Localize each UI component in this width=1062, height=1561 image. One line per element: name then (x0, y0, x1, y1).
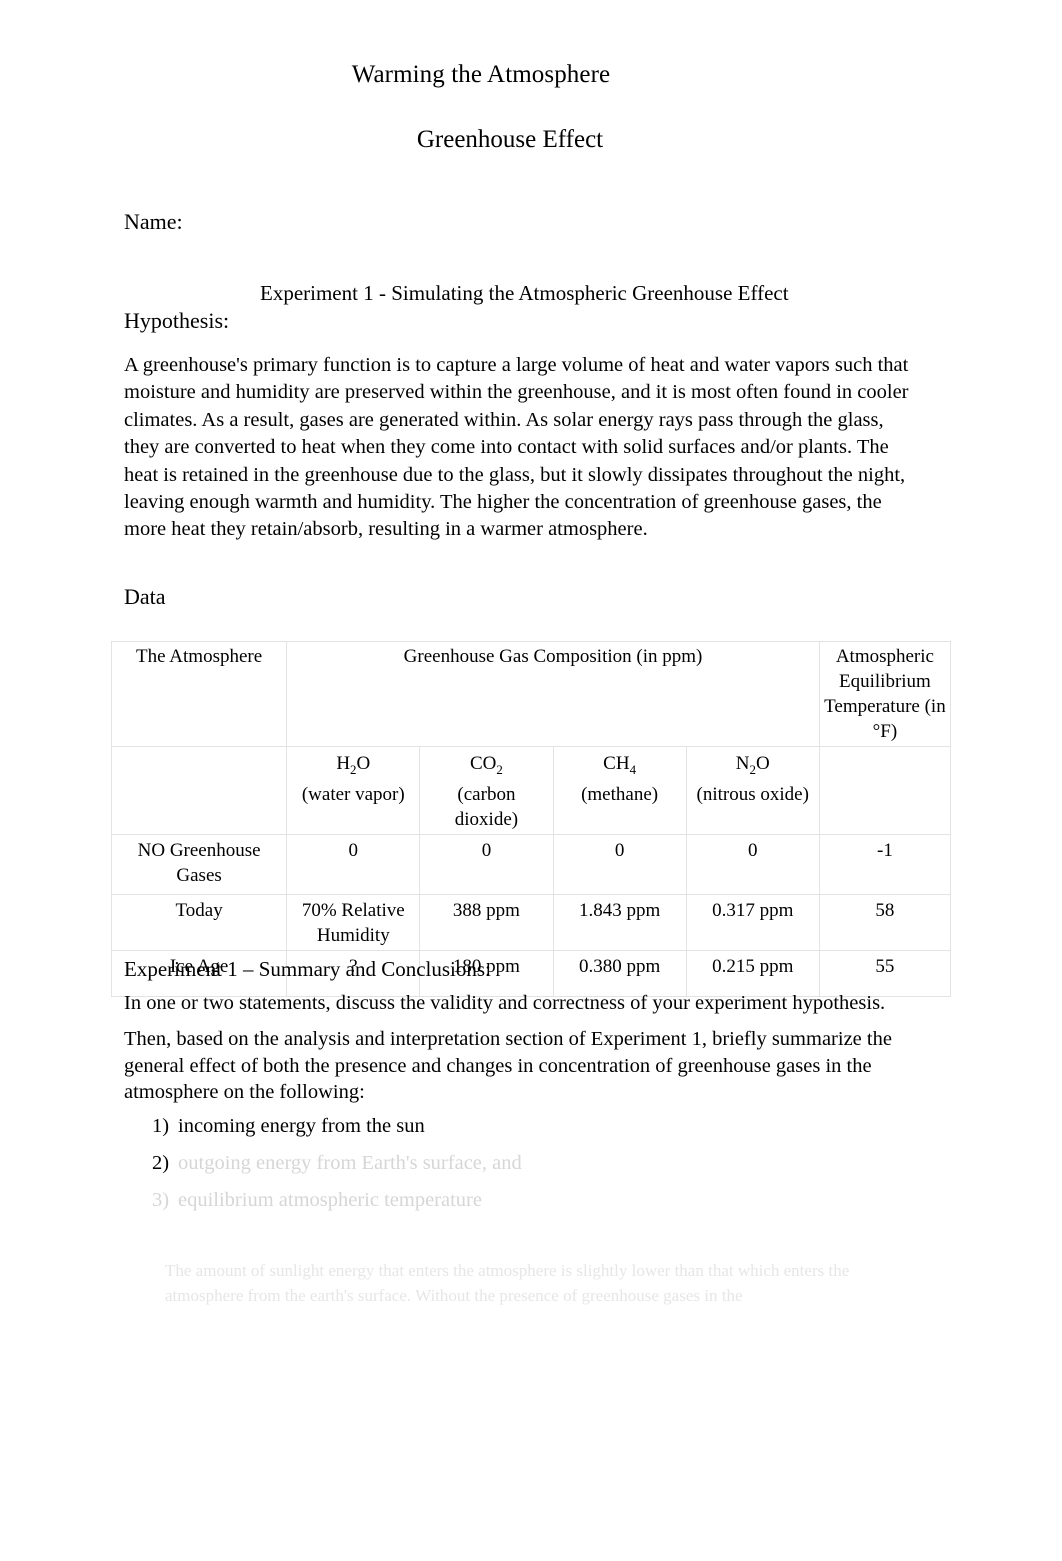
hypothesis-paragraph: A greenhouse's primary function is to ca… (124, 354, 909, 541)
row-label-today: Today (110, 893, 288, 951)
list-marker-3: 3) (152, 1189, 170, 1211)
formula-co2-sub: 2 (496, 761, 503, 777)
table-header-row: The Atmosphere Greenhouse Gas Compositio… (110, 641, 952, 747)
row-label-no-greenhouse-gases: NO Greenhouse Gases (110, 833, 288, 895)
header-cell-temperature: Atmospheric Equilibrium Temperature (in … (818, 641, 952, 747)
name-field-label: Name: (124, 209, 183, 234)
list-item-text-3: equilibrium atmospheric temperature (178, 1189, 482, 1211)
formula-co2-main: CO (470, 753, 497, 774)
subheader-cell-n2o: N2O (nitrous oxide) (685, 746, 820, 835)
document-subtitle: Greenhouse Effect (416, 126, 604, 153)
cell-no-gh-h2o: 0 (286, 833, 421, 895)
subheader-cell-h2o: H2O (water vapor) (286, 746, 421, 835)
document-title: Warming the Atmosphere (351, 61, 611, 88)
subheader-cell-blank-right (818, 746, 952, 835)
header-cell-atmosphere: The Atmosphere (110, 641, 288, 747)
cell-today-h2o: 70% Relative Humidity (286, 893, 421, 951)
gas-name-n2o: (nitrous oxide) (696, 783, 809, 805)
conclusions-heading: Experiment 1 – Summary and Conclusions: (124, 957, 491, 981)
gas-name-co2: (carbon dioxide) (454, 783, 519, 830)
conclusions-list: 1) incoming energy from the sun 2) outgo… (124, 1113, 924, 1224)
cell-today-n2o: 0.317 ppm (685, 893, 820, 951)
cell-today-co2: 388 ppm (419, 893, 554, 951)
list-item: 2) outgoing energy from Earth's surface,… (124, 1150, 924, 1177)
document-page: Warming the Atmosphere Greenhouse Effect… (0, 0, 1062, 1561)
formula-n2o-main: N (735, 753, 750, 774)
subheader-cell-ch4: CH4 (methane) (552, 746, 687, 835)
list-marker-2: 2) (152, 1152, 170, 1174)
subheader-cell-co2: CO2 (carbon dioxide) (419, 746, 554, 835)
formula-h2o-tail: O (356, 753, 371, 774)
data-table-container: The Atmosphere Greenhouse Gas Compositio… (110, 641, 952, 997)
list-item: 1) incoming energy from the sun (124, 1113, 924, 1140)
table-row: NO Greenhouse Gases 0 0 0 0 -1 (110, 833, 952, 895)
formula-h2o-main: H (336, 753, 351, 774)
data-section-label: Data (124, 584, 166, 609)
list-marker-1: 1) (152, 1115, 170, 1137)
cell-today-ch4: 1.843 ppm (552, 893, 687, 951)
table-row: Today 70% Relative Humidity 388 ppm 1.84… (110, 893, 952, 951)
list-item-text-1: incoming energy from the sun (178, 1115, 425, 1137)
conclusions-paragraph: Then, based on the analysis and interpre… (124, 1028, 892, 1103)
cell-no-gh-temperature: -1 (818, 833, 952, 895)
greenhouse-data-table: The Atmosphere Greenhouse Gas Compositio… (110, 641, 952, 997)
list-item-text-2: outgoing energy from Earth's surface, an… (178, 1152, 522, 1174)
cell-no-gh-n2o: 0 (685, 833, 820, 895)
experiment-heading: Experiment 1 - Simulating the Atmospheri… (260, 281, 789, 305)
faded-answer-paragraph: The amount of sunlight energy that enter… (165, 1261, 850, 1305)
formula-n2o-tail: O (755, 753, 770, 774)
header-cell-composition: Greenhouse Gas Composition (in ppm) (286, 641, 820, 747)
cell-no-gh-co2: 0 (419, 833, 554, 895)
list-item: 3) equilibrium atmospheric temperature (124, 1187, 924, 1214)
gas-name-h2o: (water vapor) (301, 783, 405, 805)
table-subheader-row: H2O (water vapor) CO2 (carbon dioxide) C… (110, 746, 952, 835)
conclusions-instruction-line: In one or two statements, discuss the va… (124, 992, 886, 1014)
hypothesis-label: Hypothesis: (124, 308, 230, 333)
subheader-cell-blank (110, 746, 288, 835)
formula-ch4-sub: 4 (629, 761, 637, 777)
cell-no-gh-ch4: 0 (552, 833, 687, 895)
cell-today-temperature: 58 (818, 893, 952, 951)
formula-ch4-main: CH (603, 753, 630, 774)
gas-name-ch4: (methane) (581, 783, 659, 805)
